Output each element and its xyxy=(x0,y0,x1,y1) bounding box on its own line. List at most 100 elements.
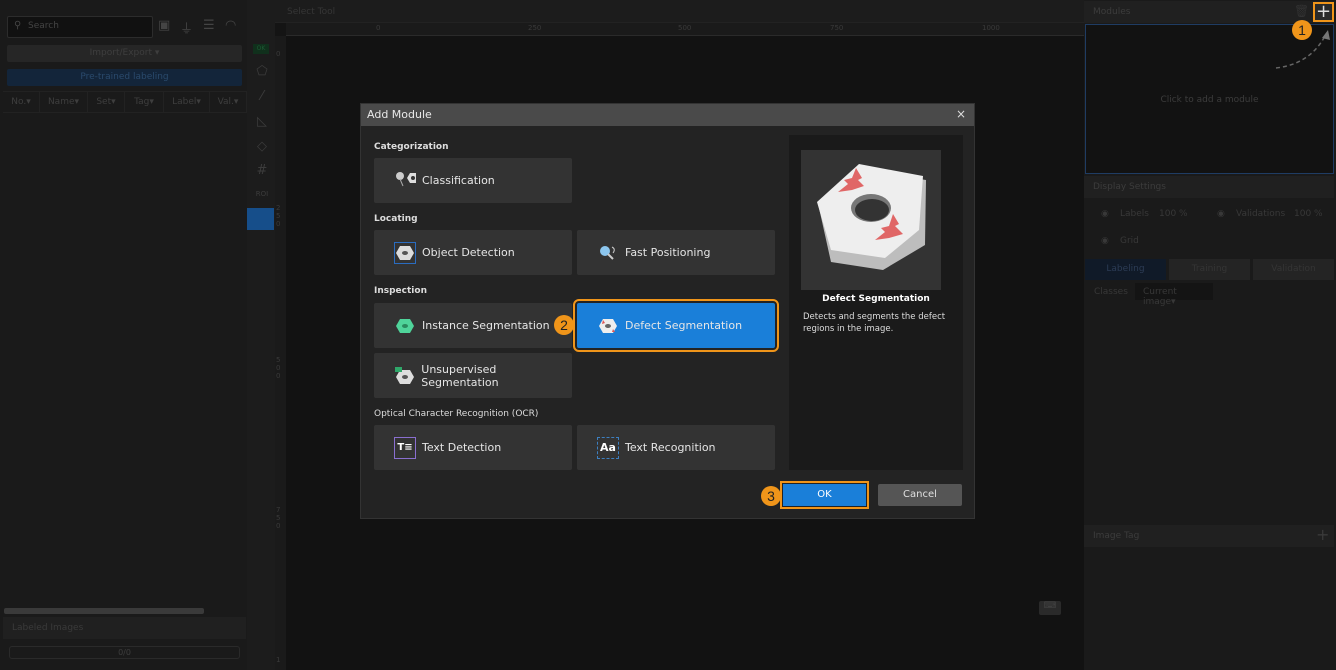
module-label: Classification xyxy=(422,174,495,187)
horizontal-ruler: 0 250 500 750 1000 xyxy=(286,23,1084,36)
col-no[interactable]: No.▾ xyxy=(3,92,40,112)
plus-icon: + xyxy=(1315,1,1332,22)
defect-segmentation-icon xyxy=(597,315,619,337)
eraser-icon[interactable]: ◇ xyxy=(253,139,271,154)
magic-wand-icon[interactable]: ⁄ xyxy=(253,89,271,104)
step-badge-2: 2 xyxy=(554,315,574,335)
ruler-label: 750 xyxy=(276,506,281,530)
section-ocr: Optical Character Recognition (OCR) xyxy=(374,409,539,419)
col-set[interactable]: Set▾ xyxy=(88,92,125,112)
add-module-button[interactable]: + xyxy=(1313,2,1334,22)
module-label: Defect Segmentation xyxy=(625,319,743,332)
module-label: Fast Positioning xyxy=(625,246,711,259)
ruler-label: 500 xyxy=(276,356,281,380)
add-module-dialog: Add Module × Categorization Classificati… xyxy=(360,103,975,519)
labels-opacity[interactable]: 100 % xyxy=(1159,209,1188,219)
col-val[interactable]: Val.▾ xyxy=(210,92,247,112)
split-icon[interactable]: ◠ xyxy=(225,18,236,33)
brush-tool-icon[interactable]: ◺ xyxy=(253,114,271,129)
module-preview: Defect Segmentation Detects and segments… xyxy=(789,135,963,470)
ruler-label: 0 xyxy=(376,24,381,32)
table-header: No.▾ Name▾ Set▾ Tag▾ Label▾ Val.▾ xyxy=(3,91,247,113)
grid-cut-icon[interactable]: # xyxy=(253,163,271,178)
magnifier-icon xyxy=(597,242,619,264)
polygon-tool-icon[interactable]: ⬠ xyxy=(253,64,271,79)
trash-icon[interactable]: 🗑 xyxy=(1294,4,1309,18)
grid-label: Grid xyxy=(1120,236,1139,246)
col-label[interactable]: Label▾ xyxy=(164,92,210,112)
object-detection-icon xyxy=(394,241,416,264)
module-label: Unsupervised Segmentation xyxy=(421,362,499,389)
dialog-title-text: Add Module xyxy=(367,108,432,121)
tool-strip: OK ⬠ ⁄ ◺ ◇ # ROI xyxy=(247,0,275,670)
display-settings-header: Display Settings xyxy=(1084,176,1334,198)
ruler-label: 250 xyxy=(528,24,542,32)
unsupervised-segmentation-icon xyxy=(394,365,415,387)
section-locating: Locating xyxy=(374,214,418,224)
keyboard-icon[interactable]: ⌨ xyxy=(1039,601,1061,615)
add-tag-icon[interactable]: + xyxy=(1316,525,1329,544)
module-unsupervised-segmentation[interactable]: Unsupervised Segmentation xyxy=(374,353,572,398)
search-icon: ⚲ xyxy=(14,20,22,31)
module-label: Instance Segmentation xyxy=(422,319,550,332)
ruler-label: 1 xyxy=(276,656,281,664)
instance-segmentation-icon xyxy=(394,315,416,337)
module-instance-segmentation[interactable]: Instance Segmentation xyxy=(374,303,572,348)
module-label: Object Detection xyxy=(422,246,515,259)
classes-filter-dropdown[interactable]: Current image▾ xyxy=(1135,283,1213,307)
import-export-button[interactable]: Import/Export ▾ xyxy=(7,45,242,62)
filter-icon[interactable]: ⏚ xyxy=(180,18,193,37)
module-label: Text Detection xyxy=(422,441,502,454)
module-defect-segmentation[interactable]: Defect Segmentation xyxy=(573,299,779,352)
module-text-recognition[interactable]: Aa Text Recognition xyxy=(577,425,775,470)
canvas-toolbar: Select Tool xyxy=(275,0,1084,23)
vertical-ruler: 0 250 500 750 1 xyxy=(275,36,286,670)
text-detection-icon: T≡ xyxy=(394,436,416,459)
section-categorization: Categorization xyxy=(374,142,449,152)
labeled-progress: 0/0 xyxy=(9,646,240,659)
module-text-detection[interactable]: T≡ Text Detection xyxy=(374,425,572,470)
step-badge-3: 3 xyxy=(761,486,781,506)
eye-icon[interactable]: ◉ xyxy=(1101,236,1109,246)
preview-description: Detects and segments the defect regions … xyxy=(803,312,946,334)
add-module-hint: Click to add a module xyxy=(1160,95,1259,105)
ok-tag[interactable]: OK xyxy=(253,44,269,54)
ruler-label: 500 xyxy=(678,24,692,32)
classification-icon xyxy=(394,170,416,192)
image-settings-icon[interactable]: ▣ xyxy=(158,18,170,33)
list-icon[interactable]: ☰ xyxy=(203,18,215,33)
tab-labeling[interactable]: Labeling xyxy=(1085,259,1166,280)
module-label: Text Recognition xyxy=(625,441,716,454)
step-badge-1: 1 xyxy=(1292,20,1312,40)
image-tag-header: Image Tag xyxy=(1084,525,1334,547)
panel-tabs: Labeling Training Validation xyxy=(1085,259,1334,280)
pretrained-labeling-button[interactable]: Pre-trained labeling xyxy=(7,69,242,86)
validations-opacity[interactable]: 100 % xyxy=(1294,209,1323,219)
section-inspection: Inspection xyxy=(374,286,427,296)
eye-icon[interactable]: ◉ xyxy=(1101,209,1109,219)
ruler-label: 0 xyxy=(276,50,281,58)
roi-tool[interactable]: ROI xyxy=(253,190,271,198)
module-fast-positioning[interactable]: Fast Positioning xyxy=(577,230,775,275)
tab-training[interactable]: Training xyxy=(1169,259,1250,280)
preview-title: Defect Segmentation xyxy=(822,294,930,304)
ruler-label: 1000 xyxy=(982,24,1000,32)
col-tag[interactable]: Tag▾ xyxy=(125,92,164,112)
module-object-detection[interactable]: Object Detection xyxy=(374,230,572,275)
col-name[interactable]: Name▾ xyxy=(40,92,88,112)
image-list-panel: ⚲ Search ▣ ⏚ ☰ ◠ Import/Export ▾ Pre-trai… xyxy=(0,0,247,670)
cancel-button[interactable]: Cancel xyxy=(878,484,962,506)
select-tool-button[interactable] xyxy=(247,208,274,230)
horizontal-scrollbar[interactable] xyxy=(4,608,204,614)
defect-segmentation-preview-image xyxy=(801,150,941,290)
ok-button[interactable]: OK xyxy=(780,481,869,509)
ruler-label: 750 xyxy=(830,24,844,32)
module-classification[interactable]: Classification xyxy=(374,158,572,203)
ruler-label: 250 xyxy=(276,204,281,228)
eye-icon[interactable]: ◉ xyxy=(1217,209,1225,219)
labels-label: Labels xyxy=(1120,209,1149,219)
close-icon[interactable]: × xyxy=(956,107,966,121)
tab-validation[interactable]: Validation xyxy=(1253,259,1334,280)
dialog-title: Add Module xyxy=(361,104,974,126)
search-input[interactable]: ⚲ Search xyxy=(7,16,153,38)
